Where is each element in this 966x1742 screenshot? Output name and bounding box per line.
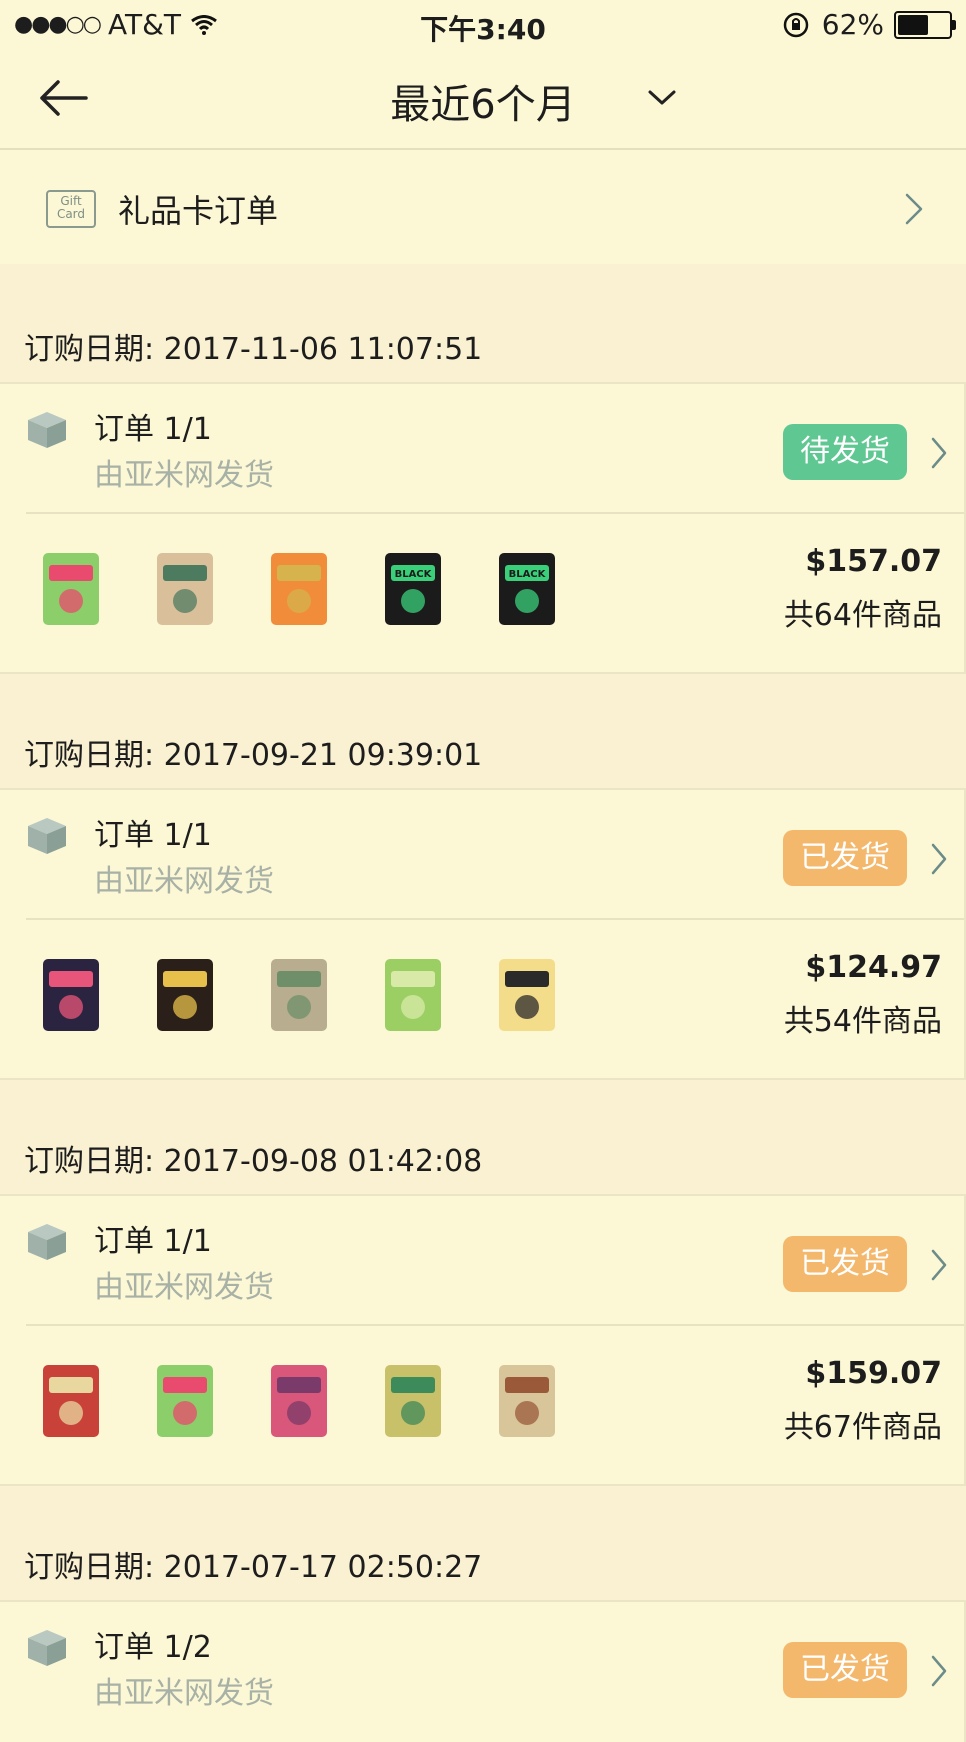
package-icon [28,412,66,448]
status-badge: 已发货 [783,830,907,886]
tea-can-thumb [370,1358,456,1444]
yellow-mask-thumb [484,952,570,1038]
item-count: 共64件商品 [783,598,942,633]
snack-pack-thumb [28,546,114,632]
chevron-right-icon [905,193,923,225]
order-date: 订购日期: 2017-07-17 02:50:27 [24,1550,483,1585]
product-thumbnails [28,1358,598,1444]
order-number: 订单 1/1 [94,412,212,447]
pastry-pack-thumb [484,1358,570,1444]
shipper-text: 由亚米网发货 [94,864,274,899]
shipper-text: 由亚米网发货 [94,458,274,493]
divider [26,918,964,920]
green-snack-thumb [370,952,456,1038]
chili-oil-jar-thumb [142,952,228,1038]
order-price: $124.97 [805,950,942,985]
status-badge: 已发货 [783,1642,907,1698]
seaweed-jar-thumb [28,952,114,1038]
order-date: 订购日期: 2017-09-08 01:42:08 [24,1144,483,1179]
order-number: 订单 1/2 [94,1630,212,1665]
order-card[interactable]: 订单 1/1 由亚米网发货 已发货 $124.97 共54件商品 [0,788,966,1080]
order-date: 订购日期: 2017-09-21 09:39:01 [24,738,483,773]
battery-percent: 62% [821,8,884,41]
package-icon [28,1630,66,1666]
noodle-pack-thumb [256,546,342,632]
gift-card-label: 礼品卡订单 [118,192,279,230]
divider [26,1324,964,1326]
order-number: 订单 1/1 [94,1224,212,1259]
order-number: 订单 1/1 [94,818,212,853]
order-price: $159.07 [805,1356,942,1391]
period-selector[interactable]: 最近6个月 [0,72,966,130]
rotation-lock-icon [783,12,809,37]
status-right: 62% [782,8,956,41]
item-count: 共54件商品 [783,1004,942,1039]
black-mask-thumb-2: BLACK [484,546,570,632]
order-card[interactable]: 订单 1/1 由亚米网发货 待发货 BLACK BLACK $157.07 共64… [0,382,966,674]
package-icon [28,1224,66,1260]
luncheon-meat-thumb [28,1358,114,1444]
item-count: 共67件商品 [783,1410,942,1445]
battery-fill [898,14,928,35]
svg-text:BLACK: BLACK [509,569,547,580]
order-price: $157.07 [805,544,942,579]
chevron-right-icon [931,437,947,469]
battery-icon [894,10,956,39]
tofu-snack-thumb [142,546,228,632]
page-title: 最近6个月 [390,82,576,128]
black-mask-thumb: BLACK [370,546,456,632]
order-date: 订购日期: 2017-11-06 11:07:51 [24,332,483,367]
chevron-down-icon[interactable] [646,82,678,112]
congee-can-thumb [256,1358,342,1444]
product-thumbnails: BLACK BLACK [28,546,598,632]
status-bar: ●●●○○ AT&T 下午3:40 62% [0,0,966,48]
status-badge: 已发货 [783,1236,907,1292]
chevron-right-icon [931,1249,947,1281]
chevron-right-icon [931,843,947,875]
product-thumbnails [28,952,598,1038]
svg-text:BLACK: BLACK [395,569,433,580]
shipper-text: 由亚米网发货 [94,1676,274,1711]
divider [26,512,964,514]
gift-card-icon-text-2: Card [56,207,86,221]
status-badge: 待发货 [783,424,907,480]
snack-pack-thumb-2 [142,1358,228,1444]
gift-card-orders-row[interactable]: Gift Card 礼品卡订单 [0,150,966,264]
order-card[interactable]: 订单 1/1 由亚米网发货 已发货 $159.07 共67件商品 [0,1194,966,1486]
grain-bag-thumb [256,952,342,1038]
order-card[interactable]: 订单 1/2 由亚米网发货 已发货 [0,1600,966,1742]
gift-card-icon: Gift Card [46,190,96,228]
shipper-text: 由亚米网发货 [94,1270,274,1305]
chevron-right-icon [931,1655,947,1687]
package-icon [28,818,66,854]
nav-bar: 最近6个月 [0,48,966,150]
